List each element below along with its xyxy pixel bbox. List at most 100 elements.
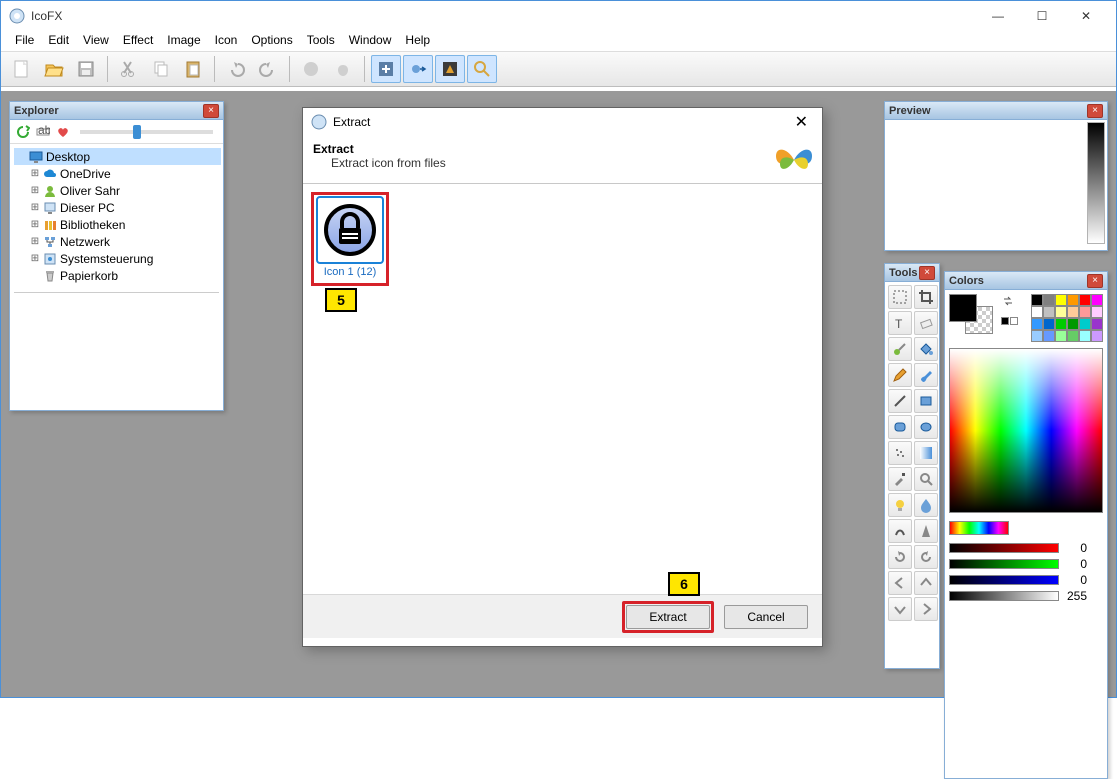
sharpen-icon[interactable] — [914, 519, 938, 543]
palette-swatch[interactable] — [1067, 318, 1079, 330]
palette-swatch[interactable] — [1091, 294, 1103, 306]
redo-icon[interactable] — [253, 55, 283, 83]
line-icon[interactable] — [888, 389, 912, 413]
expander-icon[interactable]: ⊞ — [30, 253, 40, 264]
hue-strip[interactable] — [949, 521, 1009, 535]
close-button[interactable]: ✕ — [1064, 1, 1108, 31]
menu-effect[interactable]: Effect — [117, 31, 159, 51]
color-spectrum[interactable] — [949, 348, 1103, 513]
explorer-close-icon[interactable]: × — [203, 104, 219, 118]
palette-swatch[interactable] — [1067, 330, 1079, 342]
menu-file[interactable]: File — [9, 31, 40, 51]
palette-swatch[interactable] — [1043, 318, 1055, 330]
marquee-icon[interactable] — [888, 285, 912, 309]
palette-swatch[interactable] — [1079, 318, 1091, 330]
palette-swatch[interactable] — [1091, 306, 1103, 318]
tree-item[interactable]: ⊞Systemsteuerung — [14, 250, 221, 267]
preview-close-icon[interactable]: × — [1087, 104, 1103, 118]
zoom-icon[interactable] — [914, 467, 938, 491]
tree-item[interactable]: ⊞Dieser PC — [14, 199, 221, 216]
palette-swatch[interactable] — [1031, 294, 1043, 306]
r-slider[interactable] — [949, 543, 1059, 553]
move-up-icon[interactable] — [914, 571, 938, 595]
convert-icon[interactable] — [371, 55, 401, 83]
palette-swatch[interactable] — [1079, 294, 1091, 306]
palette-swatch[interactable] — [1091, 330, 1103, 342]
bucket-icon[interactable] — [914, 337, 938, 361]
palette-swatch[interactable] — [1043, 294, 1055, 306]
a-slider[interactable] — [949, 591, 1059, 601]
copy-icon[interactable] — [146, 55, 176, 83]
rename-icon[interactable]: abc — [34, 123, 52, 141]
foreground-swatch[interactable] — [949, 294, 977, 322]
tree-item[interactable]: ⊞Bibliotheken — [14, 216, 221, 233]
palette-swatch[interactable] — [1079, 306, 1091, 318]
apple-icon[interactable] — [328, 55, 358, 83]
blur-icon[interactable] — [914, 493, 938, 517]
rect-icon[interactable] — [914, 389, 938, 413]
palette-swatch[interactable] — [1055, 318, 1067, 330]
extract-icon[interactable] — [435, 55, 465, 83]
extract-button[interactable]: Extract — [626, 605, 710, 629]
brush-replace-icon[interactable] — [888, 337, 912, 361]
eyedropper-icon[interactable] — [888, 467, 912, 491]
b-slider[interactable] — [949, 575, 1059, 585]
palette-swatch[interactable] — [1043, 306, 1055, 318]
tools-close-icon[interactable]: × — [919, 266, 935, 280]
text-icon[interactable]: T — [888, 311, 912, 335]
ellipse-icon[interactable] — [914, 415, 938, 439]
expander-icon[interactable]: ⊞ — [30, 185, 40, 196]
palette-swatch[interactable] — [1067, 294, 1079, 306]
lightbulb-icon[interactable] — [888, 493, 912, 517]
tree-item[interactable]: ⊞Netzwerk — [14, 233, 221, 250]
undo-icon[interactable] — [221, 55, 251, 83]
color-palette[interactable] — [1031, 294, 1103, 342]
rotate-cw-icon[interactable] — [888, 545, 912, 569]
eraser-icon[interactable] — [914, 311, 938, 335]
paste-icon[interactable] — [178, 55, 208, 83]
menu-help[interactable]: Help — [399, 31, 436, 51]
save-icon[interactable] — [71, 55, 101, 83]
fg-bg-swatch[interactable] — [949, 294, 995, 336]
menu-tools[interactable]: Tools — [301, 31, 341, 51]
new-icon[interactable] — [7, 55, 37, 83]
dialog-close-icon[interactable]: ✕ — [789, 112, 814, 132]
g-slider[interactable] — [949, 559, 1059, 569]
pencil-icon[interactable] — [888, 363, 912, 387]
brush-icon[interactable] — [914, 363, 938, 387]
menu-icon[interactable]: Icon — [209, 31, 244, 51]
tree-item[interactable]: ⊞OneDrive — [14, 165, 221, 182]
move-left-icon[interactable] — [888, 571, 912, 595]
menu-image[interactable]: Image — [161, 31, 206, 51]
tree-item[interactable]: Papierkorb — [14, 267, 221, 284]
palette-swatch[interactable] — [1055, 294, 1067, 306]
expander-icon[interactable]: ⊞ — [30, 236, 40, 247]
batch-icon[interactable] — [403, 55, 433, 83]
palette-swatch[interactable] — [1055, 330, 1067, 342]
grayscale-strip[interactable] — [1087, 122, 1105, 244]
menu-window[interactable]: Window — [343, 31, 398, 51]
menu-edit[interactable]: Edit — [42, 31, 75, 51]
palette-swatch[interactable] — [1043, 330, 1055, 342]
zoom-slider[interactable] — [80, 130, 213, 134]
maximize-button[interactable]: ☐ — [1020, 1, 1064, 31]
crop-icon[interactable] — [914, 285, 938, 309]
minimize-button[interactable]: ― — [976, 1, 1020, 31]
palette-swatch[interactable] — [1031, 318, 1043, 330]
tree-item[interactable]: ⊞Oliver Sahr — [14, 182, 221, 199]
move-right-icon[interactable] — [914, 597, 938, 621]
icon-tile-1[interactable]: Icon 1 (12) — [311, 192, 389, 286]
refresh-icon[interactable] — [14, 123, 32, 141]
palette-swatch[interactable] — [1067, 306, 1079, 318]
palette-swatch[interactable] — [1055, 306, 1067, 318]
spray-icon[interactable] — [888, 441, 912, 465]
move-down-icon[interactable] — [888, 597, 912, 621]
tree-item[interactable]: Desktop — [14, 148, 221, 165]
favorite-icon[interactable] — [54, 123, 72, 141]
smudge-icon[interactable] — [888, 519, 912, 543]
menu-view[interactable]: View — [77, 31, 115, 51]
roundrect-icon[interactable] — [888, 415, 912, 439]
windows-icon[interactable] — [296, 55, 326, 83]
expander-icon[interactable]: ⊞ — [30, 202, 40, 213]
search-icon[interactable] — [467, 55, 497, 83]
